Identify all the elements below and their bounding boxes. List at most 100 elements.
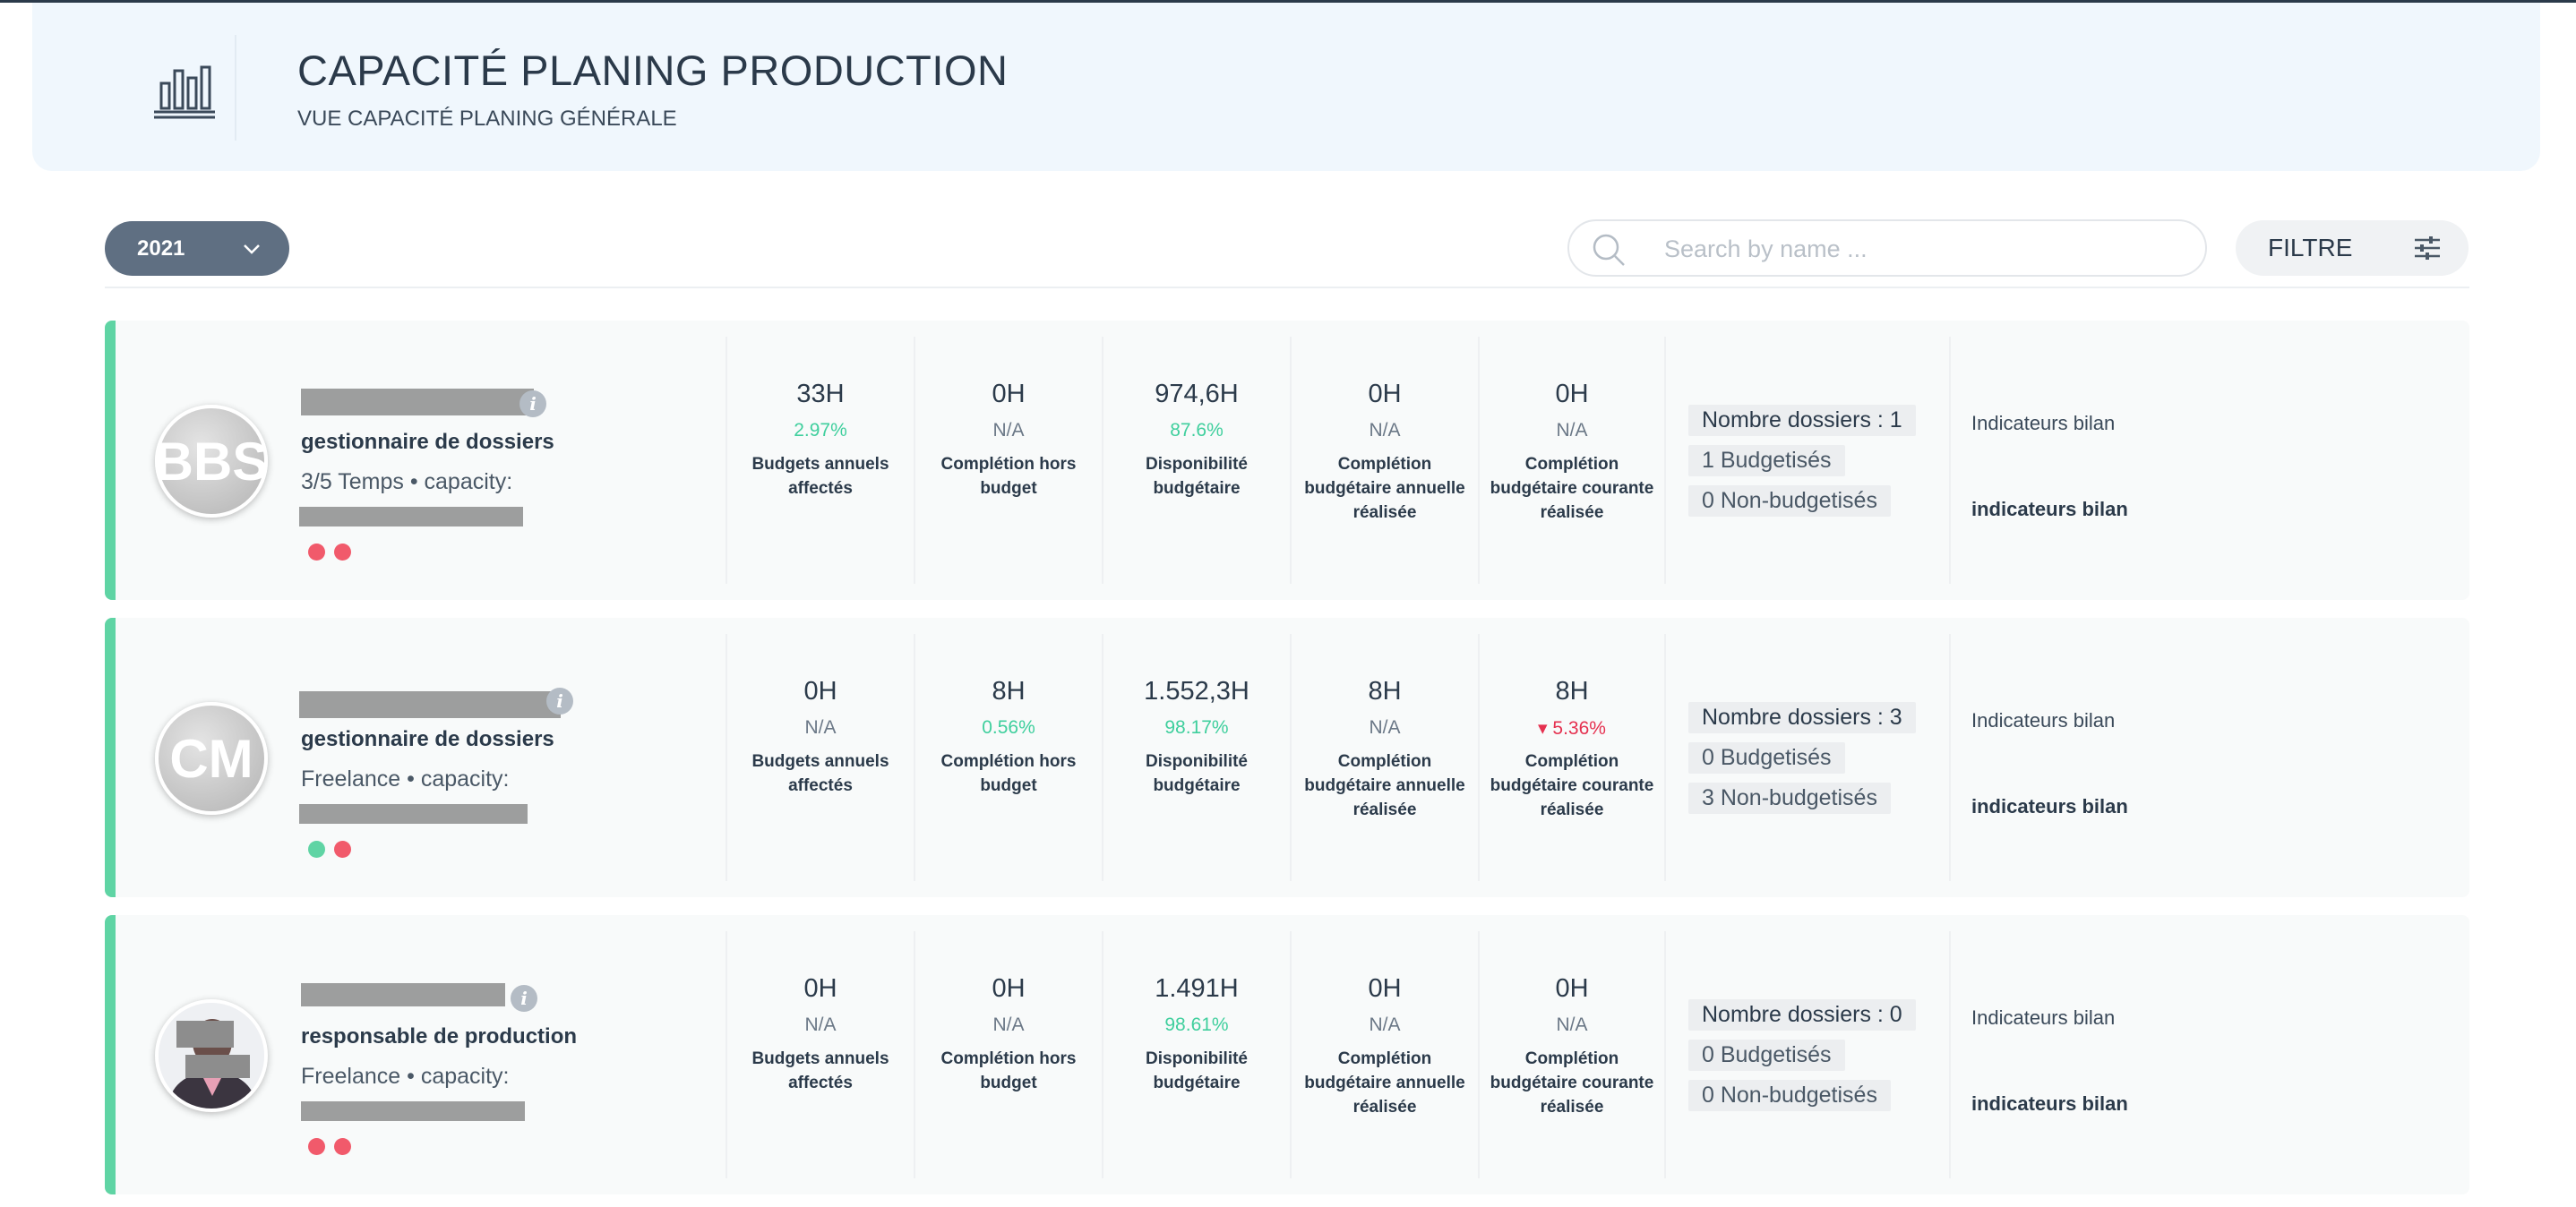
chevron-down-icon xyxy=(244,244,260,254)
filter-button-label: FILTRE xyxy=(2268,234,2353,261)
row-accent xyxy=(105,915,116,1194)
employee-row: i responsable de production Freelance • … xyxy=(105,915,2469,1194)
folders-total-badge: Nombre dossiers : 0 xyxy=(1688,999,1916,1031)
metric-value: 0H xyxy=(992,380,1026,408)
metric-current: 0H N/A Complétion budgétaire courante ré… xyxy=(1478,337,1666,584)
employee-capacity: Freelance • capacity: xyxy=(301,766,510,792)
metrics-group: 0H N/A Budgets annuels affectés 0H N/A C… xyxy=(726,931,1666,1178)
capacity-value-redacted xyxy=(299,507,523,526)
metric-extra: 0H N/A Complétion hors budget xyxy=(914,931,1102,1178)
metric-label: Budgets annuels affectés xyxy=(751,1049,889,1092)
page-header: CAPACITÉ PLANING PRODUCTION VUE CAPACITÉ… xyxy=(32,3,2540,171)
metric-percent: 87.6% xyxy=(1170,420,1224,441)
bar-chart-icon xyxy=(154,65,215,119)
metric-availability: 1.552,3H 98.17% Disponibilité budgétaire xyxy=(1102,634,1290,881)
metric-value: 0H xyxy=(803,677,837,706)
name-redacted xyxy=(299,691,561,718)
metric-label: Budgets annuels affectés xyxy=(751,455,889,498)
folders-total-badge: Nombre dossiers : 3 xyxy=(1688,702,1916,733)
metric-label: Disponibilité budgétaire xyxy=(1146,1049,1248,1092)
info-icon[interactable]: i xyxy=(511,985,537,1012)
status-dot xyxy=(334,841,351,858)
metric-value: 8H xyxy=(992,677,1026,706)
metric-label: Complétion hors budget xyxy=(940,1049,1077,1092)
avatar: CM xyxy=(155,702,268,815)
metric-extra: 8H 0.56% Complétion hors budget xyxy=(914,634,1102,881)
row-accent xyxy=(105,321,116,600)
metric-current: 0H N/A Complétion budgétaire courante ré… xyxy=(1478,931,1666,1178)
toolbar-divider xyxy=(105,287,2469,288)
indicators-link[interactable]: indicateurs bilan xyxy=(1971,498,2128,521)
metric-label: Complétion hors budget xyxy=(940,752,1077,795)
metric-label: Complétion budgétaire courante réalisée xyxy=(1490,1049,1654,1117)
indicators-link[interactable]: indicateurs bilan xyxy=(1971,1092,2128,1116)
metric-extra: 0H N/A Complétion hors budget xyxy=(914,337,1102,584)
metric-label: Complétion budgétaire courante réalisée xyxy=(1490,455,1654,522)
metric-value: 0H xyxy=(803,974,837,1003)
metric-label: Complétion budgétaire annuelle réalisée xyxy=(1304,752,1465,819)
metric-percent: 0.56% xyxy=(982,717,1035,738)
info-icon[interactable]: i xyxy=(519,390,546,417)
metric-percent: 98.61% xyxy=(1164,1014,1229,1035)
metric-label: Disponibilité budgétaire xyxy=(1146,455,1248,498)
metric-affected: 0H N/A Budgets annuels affectés xyxy=(726,931,914,1178)
metric-label: Complétion budgétaire courante réalisée xyxy=(1490,752,1654,819)
metric-label: Complétion budgétaire annuelle réalisée xyxy=(1304,455,1465,522)
year-select[interactable]: 2021 xyxy=(105,221,289,276)
metric-percent: N/A xyxy=(1369,717,1401,738)
metric-affected: 0H N/A Budgets annuels affectés xyxy=(726,634,914,881)
folders-summary: Nombre dossiers : 0 0 Budgetisés 0 Non-b… xyxy=(1688,999,1916,1120)
indicators-label: Indicateurs bilan xyxy=(1971,412,2116,434)
metric-value: 0H xyxy=(1368,974,1402,1003)
row-accent xyxy=(105,618,116,897)
page-subtitle: VUE CAPACITÉ PLANING GÉNÉRALE xyxy=(297,107,677,131)
employee-capacity: 3/5 Temps • capacity: xyxy=(301,469,513,494)
metric-label: Disponibilité budgétaire xyxy=(1146,752,1248,795)
folders-budgeted-badge: 0 Budgetisés xyxy=(1688,742,1845,774)
status-dots xyxy=(308,544,351,561)
column-divider xyxy=(1949,634,1951,881)
status-dot xyxy=(308,841,325,858)
metric-percent: N/A xyxy=(1556,1014,1588,1035)
metric-percent: N/A xyxy=(992,420,1025,441)
metric-availability: 974,6H 87.6% Disponibilité budgétaire xyxy=(1102,337,1290,584)
metric-value: 0H xyxy=(992,974,1026,1003)
metric-percent: N/A xyxy=(804,717,837,738)
status-dots xyxy=(308,1138,351,1155)
folders-non-budgeted-badge: 3 Non-budgetisés xyxy=(1688,783,1891,814)
employee-role: gestionnaire de dossiers xyxy=(301,430,554,454)
folders-non-budgeted-badge: 0 Non-budgetisés xyxy=(1688,1080,1891,1111)
filter-button[interactable]: FILTRE xyxy=(2236,220,2469,276)
metric-percent: 98.17% xyxy=(1164,717,1229,738)
folders-total-badge: Nombre dossiers : 1 xyxy=(1688,405,1916,436)
metric-percent: N/A xyxy=(992,1014,1025,1035)
metric-percent: 2.97% xyxy=(794,420,847,441)
metric-label: Complétion hors budget xyxy=(940,455,1077,498)
metric-affected: 33H 2.97% Budgets annuels affectés xyxy=(726,337,914,584)
metric-value: 8H xyxy=(1368,677,1402,706)
employee-role: responsable de production xyxy=(301,1024,578,1049)
metric-label: Budgets annuels affectés xyxy=(751,752,889,795)
folders-budgeted-badge: 1 Budgetisés xyxy=(1688,445,1845,476)
metric-value: 1.552,3H xyxy=(1144,677,1249,706)
indicators-link[interactable]: indicateurs bilan xyxy=(1971,795,2128,818)
employee-capacity: Freelance • capacity: xyxy=(301,1064,510,1089)
folders-budgeted-badge: 0 Budgetisés xyxy=(1688,1040,1845,1071)
folders-non-budgeted-badge: 0 Non-budgetisés xyxy=(1688,485,1891,517)
employee-row: CM i gestionnaire de dossiers Freelance … xyxy=(105,618,2469,897)
search-input[interactable] xyxy=(1662,230,2168,268)
sliders-icon xyxy=(2415,236,2440,260)
search-box xyxy=(1567,219,2207,277)
metric-percent: N/A xyxy=(1369,420,1401,441)
column-divider xyxy=(1949,337,1951,584)
info-icon[interactable]: i xyxy=(546,688,573,715)
metric-percent: N/A xyxy=(804,1014,837,1035)
person-photo-icon xyxy=(159,1003,264,1109)
capacity-value-redacted xyxy=(299,804,528,824)
avatar: BBS xyxy=(155,405,268,518)
page-title: CAPACITÉ PLANING PRODUCTION xyxy=(297,47,1009,94)
metric-percent: N/A xyxy=(1369,1014,1401,1035)
status-dots xyxy=(308,841,351,858)
status-dot xyxy=(308,1138,325,1155)
metric-percent: ▾ 5.36% xyxy=(1538,718,1606,739)
